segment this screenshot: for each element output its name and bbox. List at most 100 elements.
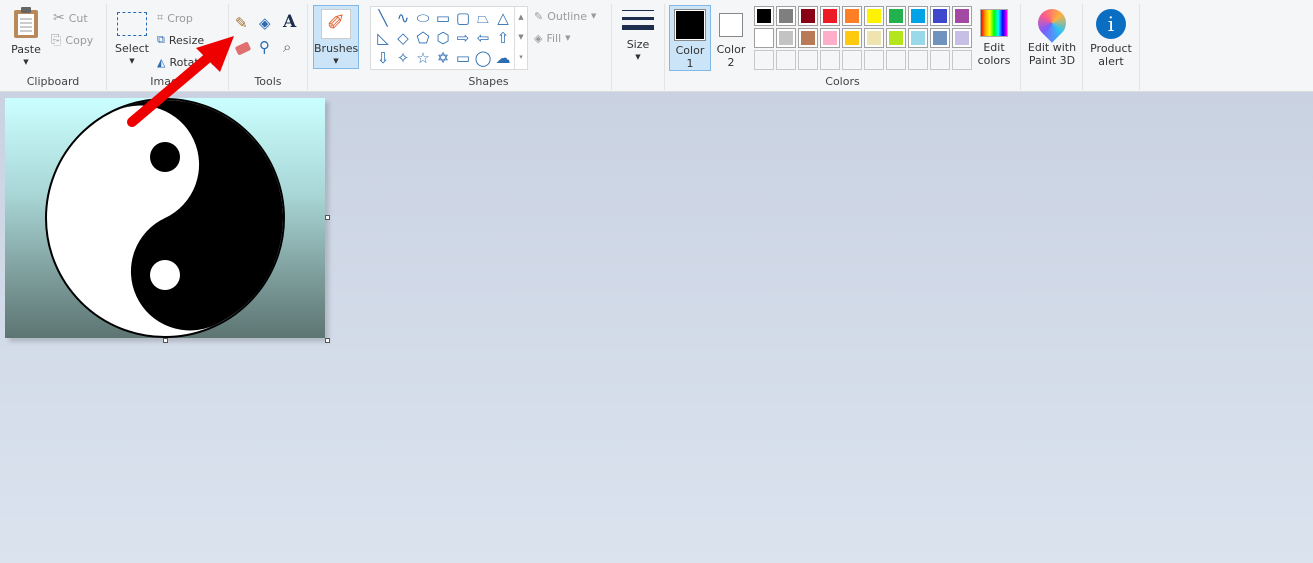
custom-color-slot[interactable] bbox=[820, 50, 840, 70]
color-spectrum-icon bbox=[980, 9, 1008, 37]
palette-swatch[interactable] bbox=[864, 6, 884, 26]
shape-item[interactable]: ⇨ bbox=[453, 28, 473, 48]
copy-button[interactable]: ⎘ Copy bbox=[51, 30, 93, 50]
crop-button[interactable]: ⌗ Crop bbox=[157, 8, 193, 28]
shape-item[interactable]: ⇧ bbox=[493, 28, 513, 48]
clipboard-icon bbox=[14, 7, 38, 38]
resize-handle-bottom[interactable] bbox=[163, 338, 168, 343]
shape-item[interactable]: ◇ bbox=[393, 28, 413, 48]
shape-item[interactable]: ✧ bbox=[393, 48, 413, 68]
palette-swatch[interactable] bbox=[798, 28, 818, 48]
custom-color-slot[interactable] bbox=[886, 50, 906, 70]
color1-button[interactable]: Color 1 bbox=[669, 5, 711, 71]
custom-color-slot[interactable] bbox=[930, 50, 950, 70]
colors-group: Color 1 Color 2 Colors bbox=[665, 4, 1021, 90]
cut-button[interactable]: ✂ Cut bbox=[53, 8, 88, 28]
shapes-group: ╲ ∿ ⬭ ▭ ▢ ⏢ △ ◺ ◇ ⬠ ⬡ ⇨ ⇦ ⇧ ⇩ ✧ ☆ ✡ ▭ ◯ ☁ ▲ ▼ ▾ ✎ Outline ▼ ◈ Fil… bbox=[366, 4, 612, 90]
palette-swatch[interactable] bbox=[864, 28, 884, 48]
rotate-button[interactable]: ◭ Rotate ▼ bbox=[157, 52, 215, 72]
color2-label: Color bbox=[716, 43, 746, 56]
paint3d-group: Edit with Paint 3D bbox=[1021, 3, 1083, 90]
custom-color-slot[interactable] bbox=[776, 50, 796, 70]
custom-color-slot[interactable] bbox=[798, 50, 818, 70]
palette-swatch[interactable] bbox=[754, 6, 774, 26]
pencil-icon[interactable]: ✎ bbox=[235, 14, 248, 32]
shape-item[interactable]: ▢ bbox=[453, 8, 473, 28]
shapes-scrollbar[interactable]: ▲ ▼ ▾ bbox=[514, 7, 527, 69]
brushes-label: Brushes bbox=[314, 42, 359, 55]
palette-swatch[interactable] bbox=[952, 6, 972, 26]
text-icon[interactable]: A bbox=[283, 12, 296, 32]
color2-swatch bbox=[719, 13, 743, 37]
resize-icon: ⧉ bbox=[157, 33, 165, 46]
chevron-down-icon: ▼ bbox=[635, 53, 641, 61]
shape-item[interactable]: ☁ bbox=[493, 48, 513, 68]
shape-item[interactable]: ◯ bbox=[473, 48, 493, 68]
palette-swatch[interactable] bbox=[776, 6, 796, 26]
custom-color-slot[interactable] bbox=[952, 50, 972, 70]
shape-item[interactable]: ╲ bbox=[373, 8, 393, 28]
clipboard-group-label: Clipboard bbox=[26, 75, 80, 88]
palette-swatch[interactable] bbox=[930, 6, 950, 26]
fill-icon[interactable]: ◈ bbox=[259, 14, 271, 32]
info-icon: i bbox=[1096, 9, 1126, 39]
drawing-canvas[interactable] bbox=[5, 98, 325, 338]
palette-swatch[interactable] bbox=[886, 28, 906, 48]
magnifier-icon[interactable]: ⌕ bbox=[283, 38, 291, 56]
brushes-button[interactable]: ✐ Brushes ▼ bbox=[313, 5, 359, 69]
chevron-down-icon: ▼ bbox=[209, 58, 215, 66]
custom-color-slot[interactable] bbox=[908, 50, 928, 70]
palette-swatch[interactable] bbox=[820, 28, 840, 48]
shape-item[interactable]: ⇩ bbox=[373, 48, 393, 68]
shape-item[interactable]: ◺ bbox=[373, 28, 393, 48]
shape-item[interactable]: ⬡ bbox=[433, 28, 453, 48]
color-picker-icon[interactable]: ⚲ bbox=[259, 38, 270, 56]
product-alert-group: i Product alert bbox=[1083, 4, 1140, 90]
palette-swatch[interactable] bbox=[754, 28, 774, 48]
shape-item[interactable]: △ bbox=[493, 8, 513, 28]
palette-swatch[interactable] bbox=[930, 28, 950, 48]
palette-swatch[interactable] bbox=[952, 28, 972, 48]
palette-swatch[interactable] bbox=[820, 6, 840, 26]
custom-color-slot[interactable] bbox=[842, 50, 862, 70]
edit-colors-button[interactable]: Edit colors bbox=[974, 9, 1014, 67]
shape-item[interactable]: ∿ bbox=[393, 8, 413, 28]
edit-with-paint3d-button[interactable]: Edit with Paint 3D bbox=[1024, 3, 1080, 67]
product-alert-button[interactable]: i Product alert bbox=[1086, 9, 1136, 68]
size-button[interactable]: Size ▼ bbox=[618, 8, 658, 64]
shape-item[interactable]: ✡ bbox=[433, 48, 453, 68]
eraser-icon[interactable] bbox=[234, 41, 252, 56]
resize-label: Resize bbox=[168, 33, 205, 47]
palette-swatch[interactable] bbox=[908, 28, 928, 48]
custom-color-slot[interactable] bbox=[864, 50, 884, 70]
shape-item[interactable]: ▭ bbox=[453, 48, 473, 68]
palette-swatch[interactable] bbox=[908, 6, 928, 26]
shape-item[interactable]: ⇦ bbox=[473, 28, 493, 48]
outline-button[interactable]: ✎ Outline ▼ bbox=[534, 6, 596, 26]
palette-swatch[interactable] bbox=[776, 28, 796, 48]
palette-swatch[interactable] bbox=[798, 6, 818, 26]
shape-item[interactable]: ⬭ bbox=[413, 8, 433, 28]
paint3d-icon bbox=[1032, 3, 1072, 43]
select-button[interactable]: Select ▼ bbox=[113, 10, 151, 68]
paste-button[interactable]: Paste ▼ bbox=[6, 6, 46, 69]
fill-button[interactable]: ◈ Fill ▼ bbox=[534, 28, 571, 48]
yin-yang-image bbox=[45, 98, 285, 338]
custom-color-slot[interactable] bbox=[754, 50, 774, 70]
resize-button[interactable]: ⧉ Resize bbox=[157, 30, 204, 50]
shape-item[interactable]: ▭ bbox=[433, 8, 453, 28]
color2-button[interactable]: Color 2 bbox=[713, 5, 749, 71]
palette-swatch[interactable] bbox=[842, 6, 862, 26]
fill-bucket-icon: ◈ bbox=[534, 31, 543, 45]
paste-label: Paste bbox=[11, 43, 41, 56]
palette-swatch[interactable] bbox=[886, 6, 906, 26]
resize-handle-right[interactable] bbox=[325, 215, 330, 220]
shape-item[interactable]: ⬠ bbox=[413, 28, 433, 48]
paint3d-label-1: Edit with bbox=[1027, 41, 1077, 54]
palette-swatch[interactable] bbox=[842, 28, 862, 48]
product-alert-label-2: alert bbox=[1098, 55, 1124, 68]
resize-handle-corner[interactable] bbox=[325, 338, 330, 343]
shape-item[interactable]: ⏢ bbox=[473, 8, 493, 28]
shape-item[interactable]: ☆ bbox=[413, 48, 433, 68]
edit-colors-label-2: colors bbox=[977, 54, 1011, 67]
